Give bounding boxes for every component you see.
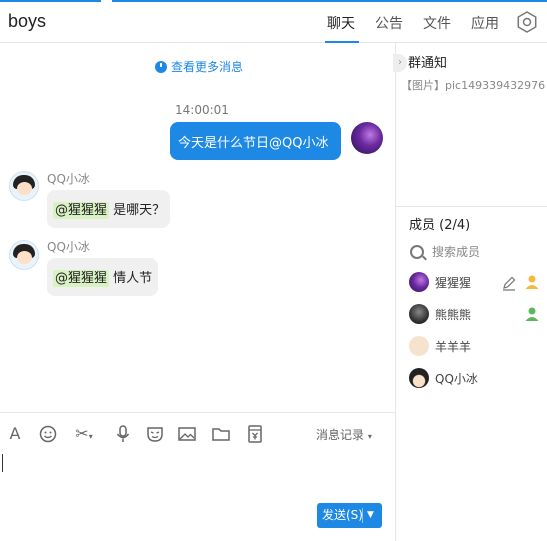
group-notice-text[interactable]: 【图片】pic149339432976... [401, 77, 545, 93]
avatar[interactable] [9, 171, 39, 201]
group-notice-title[interactable]: 群通知 [408, 52, 447, 71]
buddy-icon [525, 307, 539, 321]
edit-icon[interactable] [501, 275, 517, 291]
scissors-icon[interactable]: ✂▾ [70, 424, 98, 444]
message-text: 是哪天？ [113, 203, 166, 218]
send-button[interactable]: 发送(S) ▼ [317, 503, 382, 528]
member-name: 羊羊羊 [435, 339, 472, 354]
member-name: 猩猩猩 [435, 275, 472, 290]
mention-tag[interactable]: @猩猩猩 [53, 270, 110, 287]
avatar [409, 368, 429, 388]
mention-tag[interactable]: @猩猩猩 [53, 202, 110, 219]
incoming-message: @猩猩猩 是哪天？ [47, 190, 170, 228]
member-item[interactable]: 羊羊羊 [409, 336, 471, 356]
member-name: QQ小冰 [435, 371, 478, 386]
sender-name: QQ小冰 [47, 240, 90, 254]
more-messages-link[interactable]: 查看更多消息 [155, 58, 243, 75]
members-heading: 成员 (2/4) [409, 218, 471, 233]
message-text: 情人节 [113, 271, 153, 286]
buddy-icon [525, 275, 539, 289]
tab-files[interactable]: 文件 [423, 13, 451, 33]
sender-name: QQ小冰 [47, 172, 90, 186]
clock-icon [155, 60, 167, 73]
red-packet-icon[interactable] [245, 424, 265, 444]
incoming-message: @猩猩猩 情人节 [47, 258, 158, 296]
microphone-icon[interactable] [113, 424, 133, 444]
sidebar-divider [395, 43, 396, 541]
search-icon [410, 244, 424, 259]
avatar[interactable] [351, 122, 383, 154]
outgoing-message: 今天是什么节日@QQ小冰 [170, 122, 341, 160]
chevron-down-icon[interactable]: ▼ [367, 503, 374, 528]
member-item[interactable]: 熊熊熊 [409, 304, 471, 324]
member-search[interactable]: 搜索成员 [410, 243, 480, 260]
font-icon[interactable]: A [5, 424, 25, 444]
tab-chat[interactable]: 聊天 [327, 13, 355, 33]
mask-icon[interactable] [145, 424, 165, 444]
avatar[interactable] [9, 240, 39, 270]
chat-area: 查看更多消息 14:00:01 今天是什么节日@QQ小冰 QQ小冰 @猩猩猩 是… [0, 43, 395, 412]
emoji-icon[interactable] [38, 424, 58, 444]
group-title: boys [8, 11, 47, 31]
member-item[interactable]: QQ小冰 [409, 368, 478, 388]
input-toolbar: A ✂▾ 消息记录 ▾ [0, 412, 395, 452]
folder-icon[interactable] [211, 424, 231, 444]
message-timestamp: 14:00:01 [175, 103, 229, 117]
message-history-button[interactable]: 消息记录 ▾ [316, 426, 372, 443]
avatar [409, 304, 429, 324]
avatar [409, 272, 429, 292]
send-label: 发送(S) [322, 508, 363, 522]
more-messages-label: 查看更多消息 [171, 60, 244, 74]
tab-apps[interactable]: 应用 [471, 13, 499, 33]
member-item[interactable]: 猩猩猩 [409, 272, 471, 292]
sidebar-separator [396, 206, 547, 207]
member-name: 熊熊熊 [435, 307, 472, 322]
tab-announcement[interactable]: 公告 [375, 13, 403, 33]
header: boys 聊天 公告 文件 应用 [0, 2, 547, 43]
collapse-sidebar-icon[interactable]: › [393, 54, 407, 72]
avatar [409, 336, 429, 356]
settings-icon[interactable] [516, 11, 538, 33]
image-icon[interactable] [177, 424, 197, 444]
text-cursor [2, 454, 3, 472]
member-search-placeholder: 搜索成员 [432, 245, 481, 259]
